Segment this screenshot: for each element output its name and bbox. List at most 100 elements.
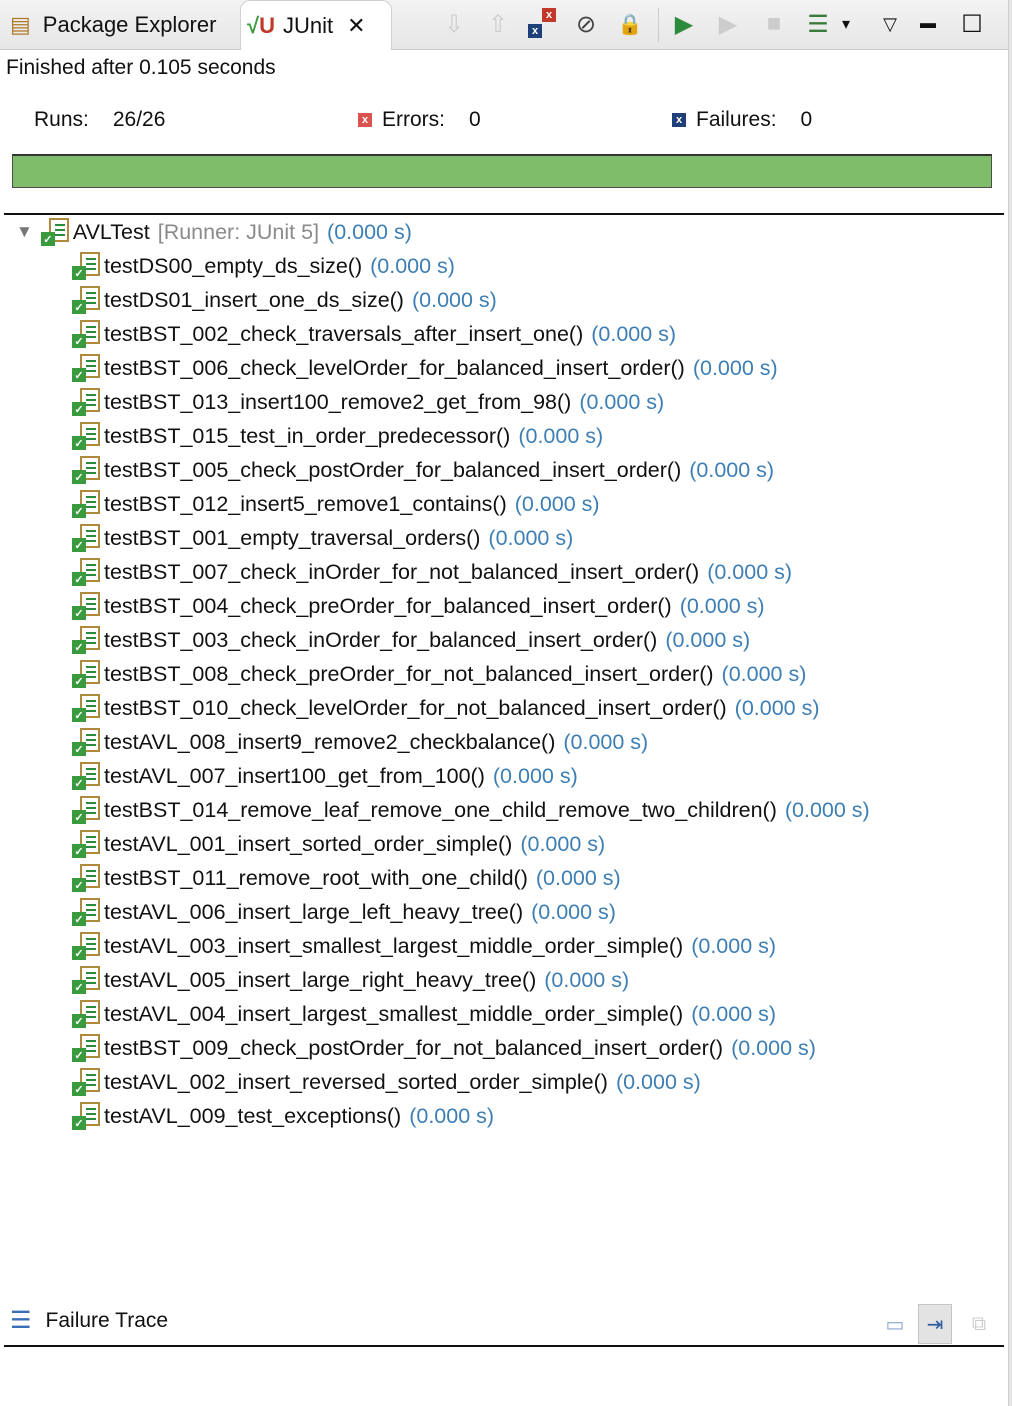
test-passed-icon: ✓	[72, 1000, 100, 1028]
view-menu-icon[interactable]: ▽	[874, 8, 906, 40]
test-time: (0.000 s)	[531, 899, 616, 924]
test-row[interactable]: ✓ testBST_014_remove_leaf_remove_one_chil…	[72, 793, 870, 827]
test-row[interactable]: ✓ testBST_009_check_postOrder_for_not_bal…	[72, 1031, 816, 1065]
test-name: testBST_003_check_inOrder_for_balanced_i…	[104, 627, 658, 652]
test-name: testAVL_003_insert_smallest_largest_midd…	[104, 933, 684, 958]
test-name: testBST_013_insert100_remove2_get_from_9…	[104, 389, 572, 414]
test-time: (0.000 s)	[409, 1103, 495, 1128]
test-row[interactable]: ✓ testDS01_insert_one_ds_size() (0.000 s)	[72, 283, 497, 317]
test-name: testAVL_007_insert100_get_from_100()	[104, 763, 485, 788]
test-passed-icon: ✓	[72, 490, 100, 518]
copy-trace-icon[interactable]: ⧉	[962, 1304, 996, 1344]
test-name: testBST_010_check_levelOrder_for_not_bal…	[104, 695, 727, 720]
test-row[interactable]: ✓ testAVL_004_insert_largest_smallest_mid…	[72, 997, 776, 1031]
test-row[interactable]: ✓ testBST_006_check_levelOrder_for_balanc…	[72, 351, 778, 385]
test-passed-icon: ✓	[72, 1102, 100, 1130]
status-message: Finished after 0.105 seconds	[6, 56, 276, 79]
test-name: testDS01_insert_one_ds_size()	[104, 287, 404, 312]
rerun-test-icon[interactable]: ▶	[668, 8, 700, 40]
test-time: (0.000 s)	[563, 729, 649, 754]
test-name: testBST_004_check_preOrder_for_balanced_…	[104, 593, 672, 618]
test-row[interactable]: ✓ testAVL_006_insert_large_left_heavy_tre…	[72, 895, 616, 929]
test-row[interactable]: ✓ testAVL_001_insert_sorted_order_simple(…	[72, 827, 605, 861]
test-passed-icon: ✓	[72, 762, 100, 790]
next-failure-icon[interactable]: ⇩	[438, 8, 470, 40]
test-row[interactable]: ✓ testAVL_008_insert9_remove2_checkbalanc…	[72, 725, 648, 759]
toolbar-separator	[658, 8, 659, 42]
previous-failure-icon[interactable]: ⇧	[482, 8, 514, 40]
test-name: testDS00_empty_ds_size()	[104, 253, 363, 278]
test-row[interactable]: ✓ testBST_002_check_traversals_after_inse…	[72, 317, 676, 351]
test-passed-icon: ✓	[72, 694, 100, 722]
test-row[interactable]: ✓ testBST_013_insert100_remove2_get_from_…	[72, 385, 664, 419]
test-name: testAVL_006_insert_large_left_heavy_tree…	[104, 899, 524, 924]
test-passed-icon: ✓	[72, 796, 100, 824]
filter-stack-trace-icon[interactable]: ⇥	[918, 1304, 952, 1344]
collapse-triangle-icon[interactable]: ▼	[16, 222, 33, 242]
stop-icon[interactable]: ■	[758, 8, 790, 40]
rerun-failed-first-icon[interactable]: ▶	[712, 8, 744, 40]
compare-result-icon[interactable]: ▭	[878, 1304, 912, 1344]
test-row[interactable]: ✓ testBST_015_test_in_order_predecessor()…	[72, 419, 603, 453]
failures-label: Failures:	[696, 108, 777, 131]
test-row[interactable]: ✓ testBST_004_check_preOrder_for_balanced…	[72, 589, 765, 623]
test-time: (0.000 s)	[488, 525, 574, 550]
test-name: testBST_015_test_in_order_predecessor()	[104, 423, 511, 448]
test-row[interactable]: ✓ testBST_007_check_inOrder_for_not_balan…	[72, 555, 792, 589]
test-name: testAVL_004_insert_largest_smallest_midd…	[104, 1001, 684, 1026]
test-row[interactable]: ✓ testBST_005_check_postOrder_for_balance…	[72, 453, 774, 487]
runs-value: 26/26	[112, 108, 166, 131]
errors-value: 0	[469, 108, 481, 131]
test-row[interactable]: ✓ testAVL_007_insert100_get_from_100() (0.…	[72, 759, 578, 793]
test-name: testBST_006_check_levelOrder_for_balance…	[104, 355, 685, 380]
test-passed-icon: ✓	[72, 388, 100, 416]
tree-root-avltest[interactable]: ▼ ✓ AVLTest [Runner: JUnit 5] (0.000 s)	[16, 215, 412, 249]
divider	[4, 1345, 1004, 1347]
tab-junit[interactable]: √U JUnit ✕	[240, 0, 392, 50]
test-row[interactable]: ✓ testBST_010_check_levelOrder_for_not_ba…	[72, 691, 820, 725]
test-row[interactable]: ✓ testAVL_003_insert_smallest_largest_mid…	[72, 929, 776, 963]
test-time: (0.000 s)	[514, 491, 600, 516]
test-row[interactable]: ✓ testBST_001_empty_traversal_orders() (0.…	[72, 521, 573, 555]
close-tab-icon[interactable]: ✕	[347, 13, 365, 39]
test-time: (0.000 s)	[691, 1001, 777, 1026]
test-row[interactable]: ✓ testBST_011_remove_root_with_one_child(…	[72, 861, 621, 895]
test-name: testAVL_005_insert_large_right_heavy_tre…	[104, 967, 537, 992]
test-row[interactable]: ✓ testBST_008_check_preOrder_for_not_bala…	[72, 657, 806, 691]
test-time: (0.000 s)	[579, 389, 665, 414]
show-failures-only-icon[interactable]: xx	[526, 8, 558, 40]
test-name: testBST_009_check_postOrder_for_not_bala…	[104, 1035, 724, 1060]
test-row[interactable]: ✓ testDS00_empty_ds_size() (0.000 s)	[72, 249, 455, 283]
test-time: (0.000 s)	[689, 457, 775, 482]
test-name: testBST_008_check_preOrder_for_not_balan…	[104, 661, 714, 686]
test-passed-icon: ✓	[72, 252, 100, 280]
maximize-icon[interactable]: ☐	[956, 8, 988, 40]
test-time: (0.000 s)	[370, 253, 455, 278]
package-explorer-icon: ▤	[10, 12, 31, 37]
test-time: (0.000 s)	[731, 1035, 816, 1060]
progress-bar	[12, 154, 992, 188]
test-time: (0.000 s)	[665, 627, 751, 652]
stack-trace-icon: ☰	[10, 1307, 32, 1334]
test-passed-icon: ✓	[72, 660, 100, 688]
suite-time: (0.000 s)	[327, 219, 412, 244]
suite-name: AVLTest	[72, 219, 150, 244]
test-run-history-icon[interactable]: 🔒	[614, 8, 646, 40]
test-passed-icon: ✓	[72, 932, 100, 960]
test-passed-icon: ✓	[72, 898, 100, 926]
test-time: (0.000 s)	[721, 661, 807, 686]
minimize-icon[interactable]: ▬	[912, 8, 944, 40]
test-row[interactable]: ✓ testAVL_005_insert_large_right_heavy_tr…	[72, 963, 629, 997]
layout-dropdown-icon[interactable]: ▾	[830, 8, 862, 40]
test-row[interactable]: ✓ testAVL_002_insert_reversed_sorted_orde…	[72, 1065, 701, 1099]
test-row[interactable]: ✓ testBST_012_insert5_remove1_contains() (…	[72, 487, 600, 521]
test-passed-icon: ✓	[72, 558, 100, 586]
runs-counter: Runs: 26/26	[34, 108, 165, 132]
tab-package-explorer[interactable]: ▤ Package Explorer	[10, 0, 216, 50]
test-passed-icon: ✓	[72, 1068, 100, 1096]
test-row[interactable]: ✓ testAVL_009_test_exceptions() (0.000 s)	[72, 1099, 494, 1133]
test-time: (0.000 s)	[734, 695, 820, 720]
test-row[interactable]: ✓ testBST_003_check_inOrder_for_balanced_…	[72, 623, 750, 657]
test-time: (0.000 s)	[691, 933, 777, 958]
scroll-lock-icon[interactable]: ⊘	[570, 8, 602, 40]
